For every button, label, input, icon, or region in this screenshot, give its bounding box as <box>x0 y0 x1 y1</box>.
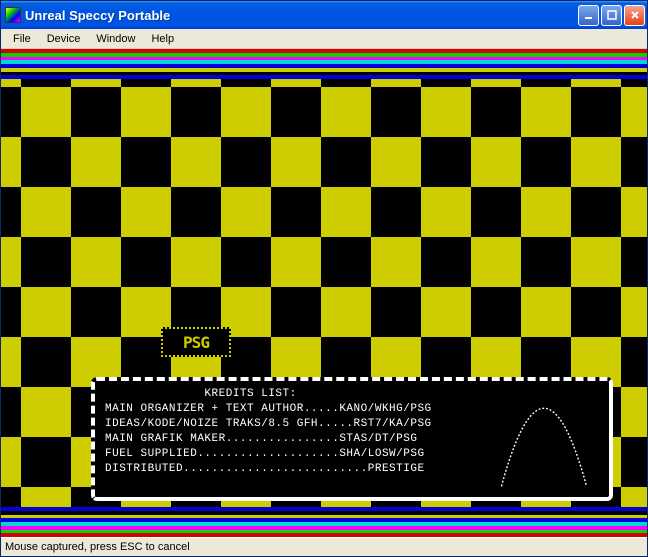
psg-logo: PSG <box>161 327 231 357</box>
credits-panel: KREDITS LIST: MAIN ORGANIZER + TEXT AUTH… <box>91 377 613 501</box>
minimize-button[interactable] <box>578 5 599 26</box>
maximize-button[interactable] <box>601 5 622 26</box>
border-stripes-bottom <box>1 507 647 537</box>
credits-arc-graphic <box>489 387 599 491</box>
border-stripes-top <box>1 49 647 79</box>
statusbar: Mouse captured, press ESC to cancel <box>1 537 647 556</box>
psg-logo-text: PSG <box>183 333 209 352</box>
window-title: Unreal Speccy Portable <box>25 8 578 23</box>
menubar: File Device Window Help <box>1 29 647 49</box>
window-buttons <box>578 5 645 26</box>
menu-file[interactable]: File <box>5 31 39 47</box>
menu-help[interactable]: Help <box>143 31 182 47</box>
close-button[interactable] <box>624 5 645 26</box>
titlebar[interactable]: Unreal Speccy Portable <box>1 1 647 29</box>
menu-device[interactable]: Device <box>39 31 89 47</box>
emulator-viewport[interactable]: PSG KREDITS LIST: MAIN ORGANIZER + TEXT … <box>1 49 647 537</box>
status-text: Mouse captured, press ESC to cancel <box>5 541 190 553</box>
app-window: Unreal Speccy Portable File Device Windo… <box>0 0 648 557</box>
menu-window[interactable]: Window <box>88 31 143 47</box>
app-icon <box>5 7 21 23</box>
credits-text: KREDITS LIST: MAIN ORGANIZER + TEXT AUTH… <box>105 387 489 491</box>
